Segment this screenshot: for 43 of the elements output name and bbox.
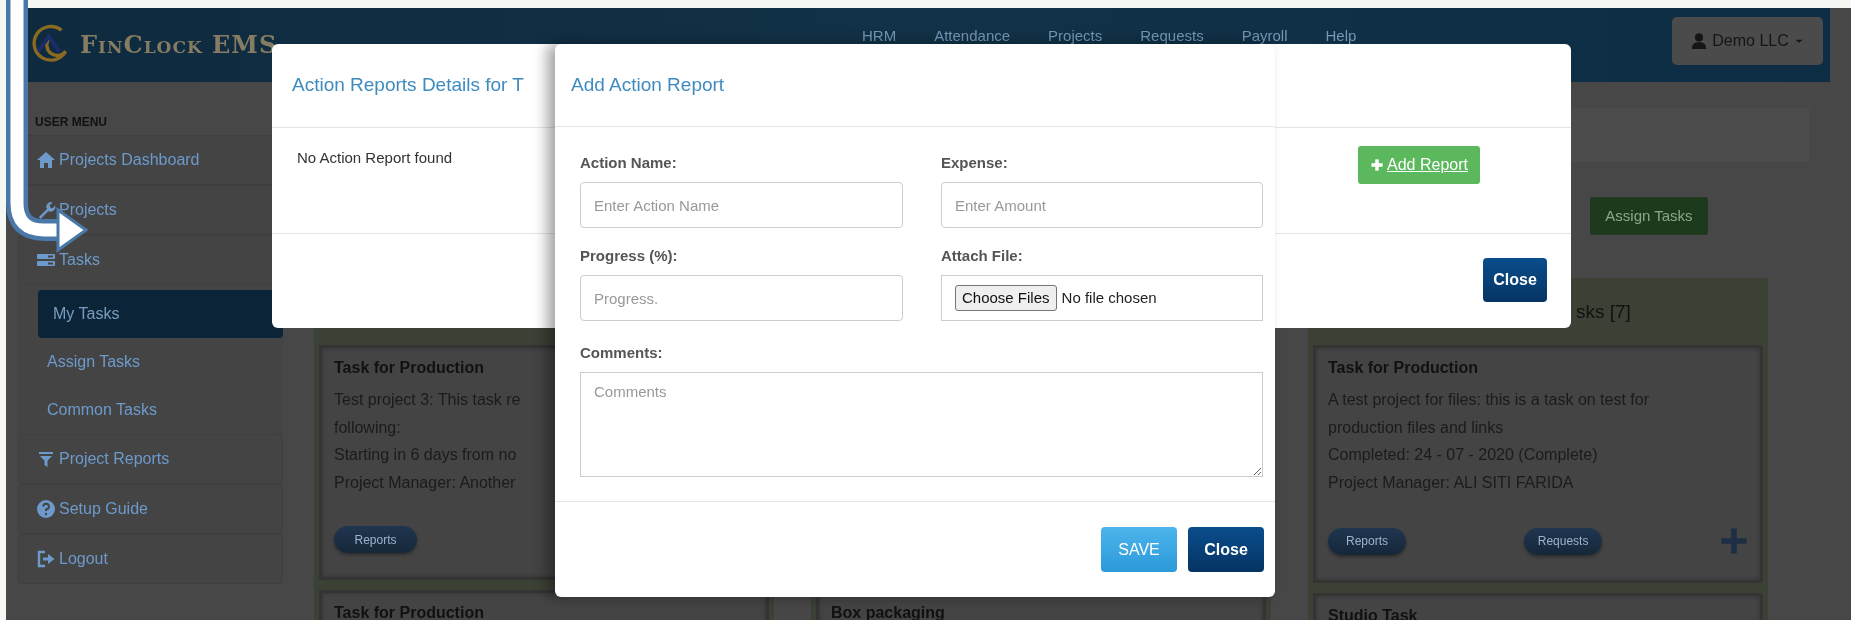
file-status: No file chosen <box>1061 287 1157 308</box>
add-report-button[interactable]: Add Report <box>1358 146 1480 184</box>
nav-link[interactable]: Projects <box>1048 25 1103 48</box>
sidebar-subitem[interactable]: Assign Tasks <box>38 338 283 386</box>
card-button[interactable]: Reports <box>334 526 417 553</box>
input-field[interactable]: Enter Action Name <box>580 182 903 228</box>
nav-link[interactable]: Help <box>1325 25 1357 48</box>
assign-tasks-button[interactable]: Assign Tasks <box>1590 197 1708 235</box>
field-label: Expense: <box>941 153 1009 172</box>
field-label: Progress (%): <box>580 246 679 265</box>
home-icon <box>36 150 56 170</box>
dialog-title: Add Action Report <box>571 74 725 95</box>
wrench-icon <box>36 200 56 220</box>
user-icon <box>1690 32 1709 50</box>
empty-message: No Action Report found <box>297 149 453 166</box>
nav-link[interactable]: Requests <box>1140 25 1204 48</box>
choose-files-button[interactable]: Choose Files <box>955 284 1057 312</box>
nav-link[interactable]: Payroll <box>1241 25 1288 48</box>
close-button[interactable]: Close <box>1188 527 1264 572</box>
sidebar-item[interactable]: Project Reports <box>18 434 283 484</box>
field-label: Attach File: <box>941 246 1024 265</box>
nav-link[interactable]: HRM <box>862 25 897 48</box>
plus-icon[interactable] <box>1720 526 1748 556</box>
save-button[interactable]: SAVE <box>1101 527 1177 572</box>
nav-link[interactable]: Attendance <box>934 25 1011 48</box>
card-button[interactable]: Reports <box>1328 527 1407 555</box>
sidebar-item[interactable]: Setup Guide <box>18 484 283 534</box>
field-label: Action Name: <box>580 153 678 172</box>
logout-icon <box>36 549 56 569</box>
input-field[interactable]: Progress. <box>580 275 903 321</box>
filter-icon <box>36 449 56 469</box>
help-icon <box>36 499 56 519</box>
comments-field[interactable]: Comments <box>580 372 1263 477</box>
dialog-title: Action Reports Details for T <box>292 74 524 95</box>
card-button[interactable]: Requests <box>1524 527 1603 555</box>
field-label: Comments: <box>580 343 664 362</box>
sidebar-subitem[interactable]: Common Tasks <box>38 386 283 434</box>
sidebar-item[interactable]: Logout <box>18 534 283 584</box>
sidebar-subitem[interactable]: My Tasks <box>38 290 283 338</box>
close-button[interactable]: Close <box>1483 258 1547 302</box>
plus-icon <box>1370 158 1385 172</box>
file-field[interactable]: Choose Files No file chosen <box>941 275 1263 321</box>
input-field[interactable]: Enter Amount <box>941 182 1263 228</box>
